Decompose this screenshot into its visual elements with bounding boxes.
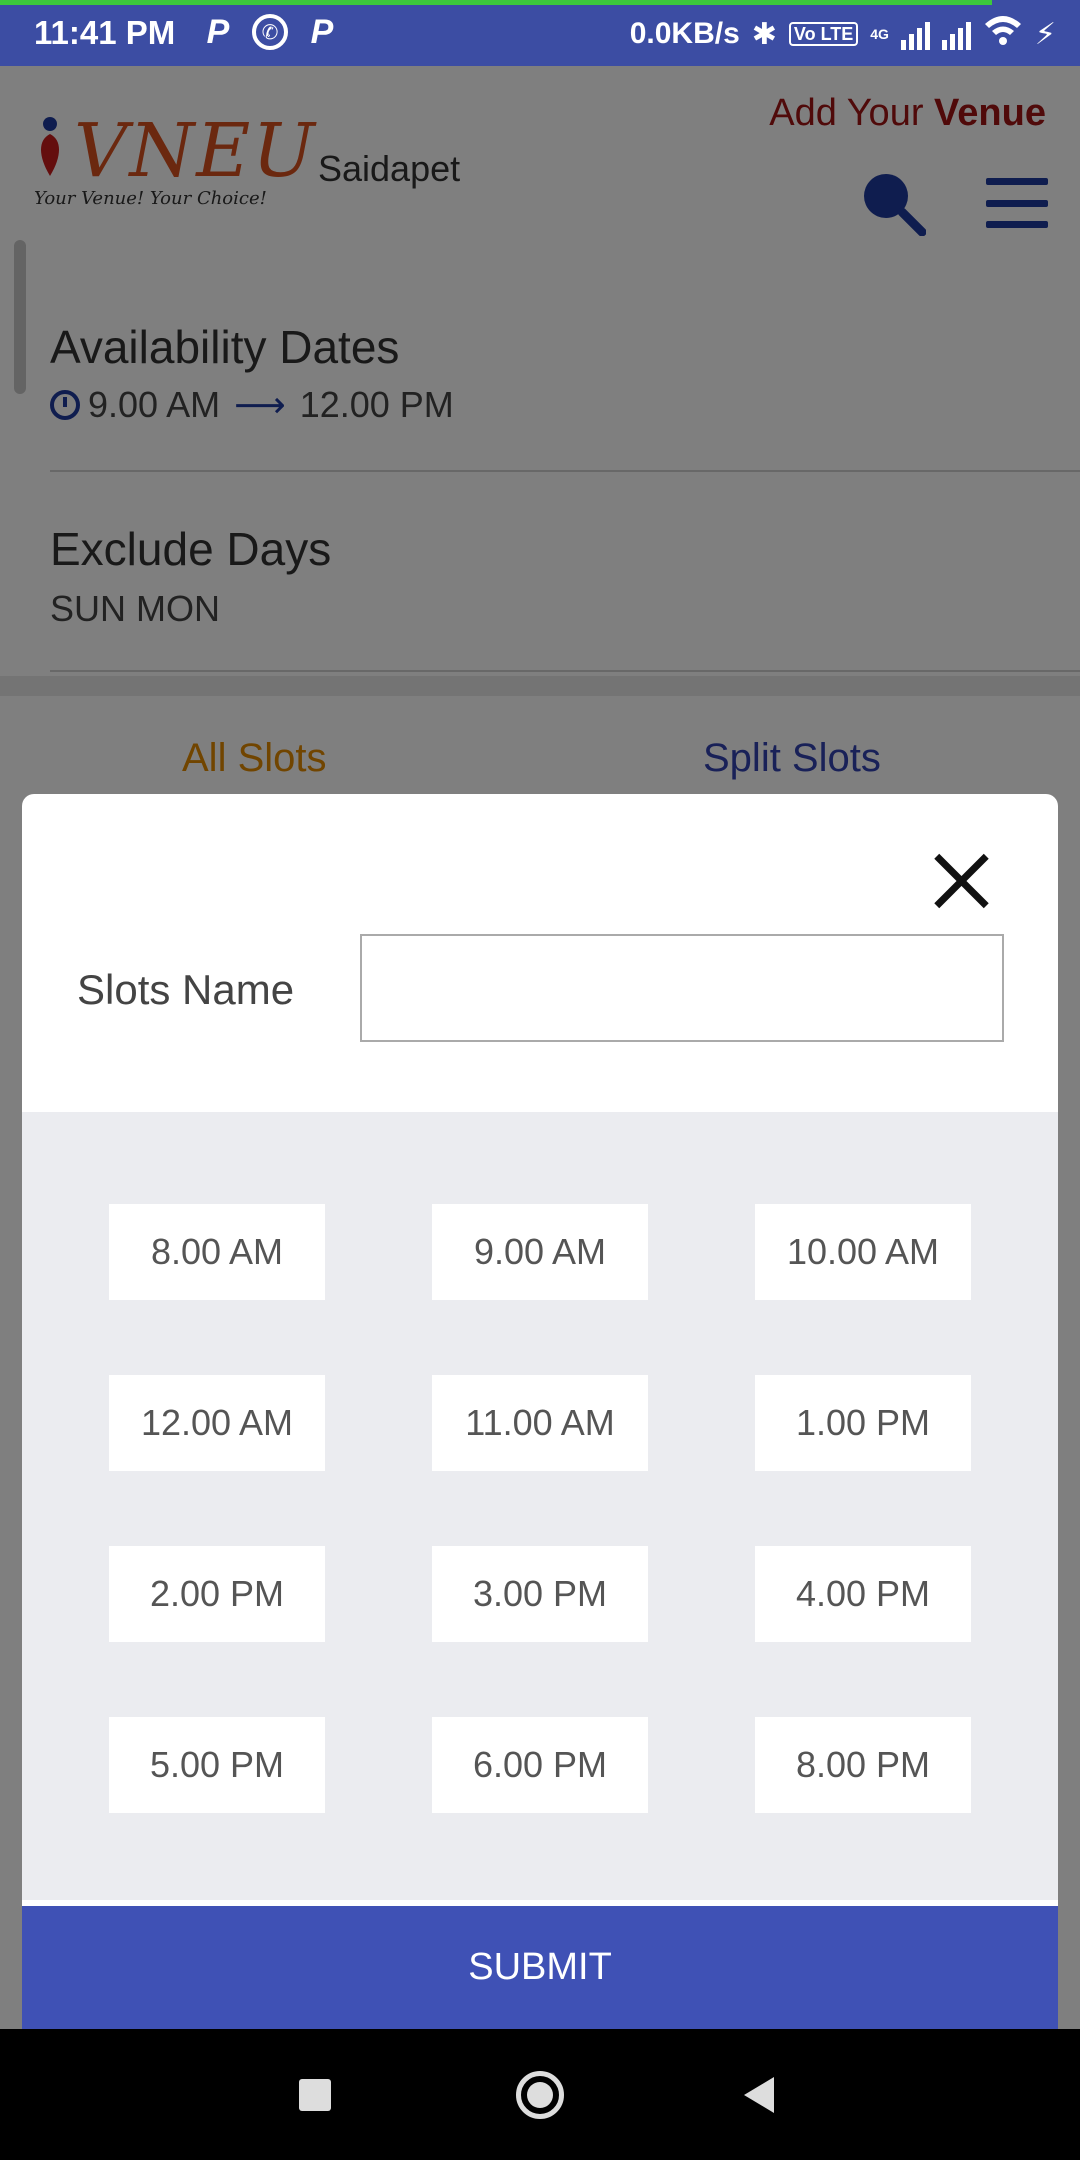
status-right: 0.0KB/s ✱ Vo LTE 4G ⚡	[630, 14, 1056, 54]
time-slot[interactable]: 12.00 AM	[109, 1375, 325, 1471]
slots-name-input[interactable]	[360, 934, 1004, 1042]
p-icon: P	[206, 12, 230, 51]
charging-icon: ⚡	[1034, 17, 1056, 51]
time-slot[interactable]: 10.00 AM	[755, 1204, 971, 1300]
signal-icon	[941, 18, 971, 50]
close-icon[interactable]	[926, 844, 998, 916]
page-load-progress	[0, 0, 992, 5]
time-slot[interactable]: 5.00 PM	[109, 1717, 325, 1813]
submit-button[interactable]: SUBMIT	[22, 1906, 1058, 2029]
wifi-icon	[983, 14, 1023, 54]
time-slot[interactable]: 4.00 PM	[755, 1546, 971, 1642]
back-icon[interactable]	[744, 2077, 774, 2113]
time-slot[interactable]: 9.00 AM	[432, 1204, 648, 1300]
slots-name-label: Slots Name	[77, 966, 295, 1013]
slots-modal: Slots Name 8.00 AM 9.00 AM 10.00 AM 12.0…	[22, 794, 1058, 2029]
recents-icon[interactable]	[299, 2079, 331, 2111]
time-slot[interactable]: 2.00 PM	[109, 1546, 325, 1642]
signal-icon	[900, 18, 930, 50]
home-icon[interactable]	[516, 2071, 564, 2119]
whatsapp-icon: ✆	[252, 14, 288, 50]
p-icon: P	[310, 12, 334, 51]
time-slot[interactable]: 11.00 AM	[432, 1375, 648, 1471]
status-time: 11:41 PM	[34, 14, 176, 51]
network-type: 4G	[870, 26, 889, 42]
network-speed: 0.0KB/s	[629, 17, 740, 50]
time-slot[interactable]: 8.00 PM	[755, 1717, 971, 1813]
status-bar: 11:41 PM P ✆ P 0.0KB/s ✱ Vo LTE 4G ⚡	[0, 0, 1080, 66]
time-slot[interactable]: 6.00 PM	[432, 1717, 648, 1813]
time-slot[interactable]: 8.00 AM	[109, 1204, 325, 1300]
system-nav-bar	[0, 2029, 1080, 2160]
time-slot[interactable]: 1.00 PM	[755, 1375, 971, 1471]
bluetooth-icon: ✱	[751, 17, 777, 51]
time-slot[interactable]: 3.00 PM	[432, 1546, 648, 1642]
volte-icon: Vo LTE	[788, 22, 859, 46]
notification-icons: P ✆ P	[202, 12, 338, 51]
time-slot-grid: 8.00 AM 9.00 AM 10.00 AM 12.00 AM 11.00 …	[22, 1112, 1058, 1900]
